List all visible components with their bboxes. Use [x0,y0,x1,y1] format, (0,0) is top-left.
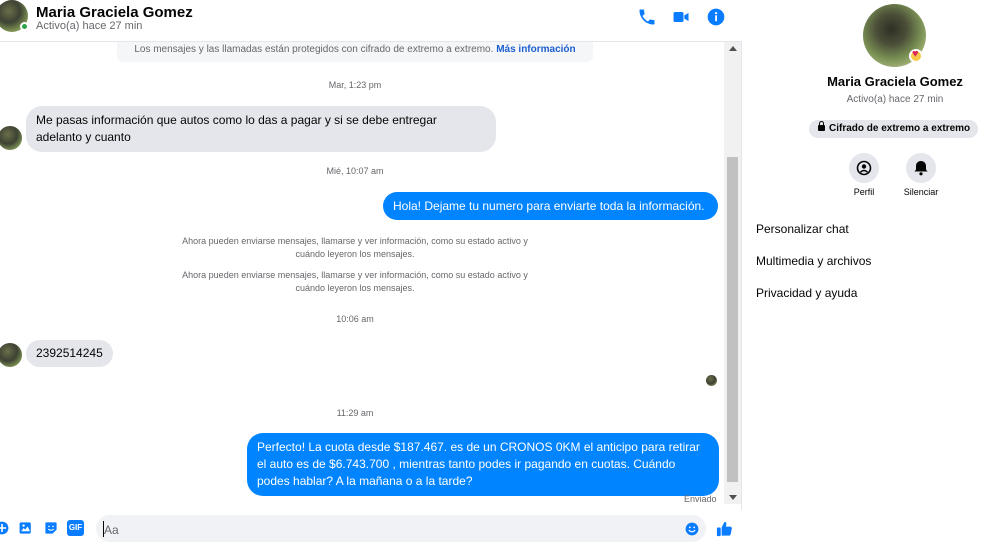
profile-photo[interactable] [863,4,926,67]
heart-badge-icon [909,48,923,63]
info-icon[interactable] [706,7,726,27]
bell-icon [906,153,936,183]
profile-button[interactable]: Perfil [834,153,894,197]
profile-icon [849,153,879,183]
scrollbar[interactable] [724,42,741,504]
gif-label: GIF [68,523,83,532]
outgoing-message[interactable]: Hola! Dejame tu numero para enviarte tod… [383,192,718,220]
encryption-notice: Los mensajes y las llamadas están proteg… [117,42,593,62]
message-input-placeholder: Aa [104,523,119,537]
photo-icon[interactable] [18,520,34,536]
emoji-icon[interactable] [684,521,700,537]
seen-indicator-avatar [706,375,717,386]
system-notice: Ahora pueden enviarse mensajes, llamarse… [182,270,528,293]
gif-icon[interactable]: GIF [67,520,84,536]
scrollbar-thumb[interactable] [727,157,738,482]
encryption-badge[interactable]: Cifrado de extremo a extremo [809,120,979,138]
message-input[interactable]: Aa [96,515,706,542]
customize-chat-item[interactable]: Personalizar chat [756,222,849,236]
text-caret [103,521,104,537]
composer: GIF Aa [0,510,742,544]
thumbs-up-icon[interactable] [715,519,734,538]
chat-pane: Maria Graciela Gomez Activo(a) hace 27 m… [0,0,742,544]
timestamp: Mar, 1:23 pm [328,80,382,90]
profile-status: Activo(a) hace 27 min [846,94,944,105]
video-camera-icon[interactable] [671,7,691,27]
sticker-icon[interactable] [43,520,59,536]
plus-circle-icon[interactable] [0,520,10,536]
profile-button-label: Perfil [853,187,875,197]
outgoing-message[interactable]: Perfecto! La cuota desde $187.467. es de… [247,433,719,496]
system-notice: Ahora pueden enviarse mensajes, llamarse… [182,236,528,259]
scroll-up-arrow-icon[interactable] [729,46,737,51]
conversation-details-panel: Maria Graciela Gomez Activo(a) hace 27 m… [743,0,987,544]
scroll-down-arrow-icon[interactable] [729,495,737,500]
privacy-help-item[interactable]: Privacidad y ayuda [756,286,857,300]
timestamp: 11:29 am [336,408,374,418]
mute-button-label: Silenciar [903,187,939,197]
phone-icon[interactable] [637,7,657,27]
profile-name: Maria Graciela Gomez [827,74,963,89]
lock-icon [818,121,825,131]
contact-name[interactable]: Maria Graciela Gomez [36,4,193,21]
sent-status: Enviado [684,494,717,504]
encryption-notice-text: Los mensajes y las llamadas están proteg… [134,44,494,55]
more-info-link[interactable]: Más información [496,44,575,55]
contact-avatar[interactable] [0,0,29,32]
online-indicator [20,22,29,31]
timestamp: 10:06 am [336,314,374,324]
incoming-message[interactable]: 2392514245 [26,340,113,367]
mute-button[interactable]: Silenciar [891,153,951,197]
encryption-badge-label: Cifrado de extremo a extremo [829,123,971,134]
incoming-message[interactable]: Me pasas información que autos como lo d… [26,106,496,152]
contact-status: Activo(a) hace 27 min [36,20,143,32]
timestamp: Mié, 10:07 am [326,166,384,176]
chat-header: Maria Graciela Gomez Activo(a) hace 27 m… [0,0,742,42]
media-files-item[interactable]: Multimedia y archivos [756,254,871,268]
